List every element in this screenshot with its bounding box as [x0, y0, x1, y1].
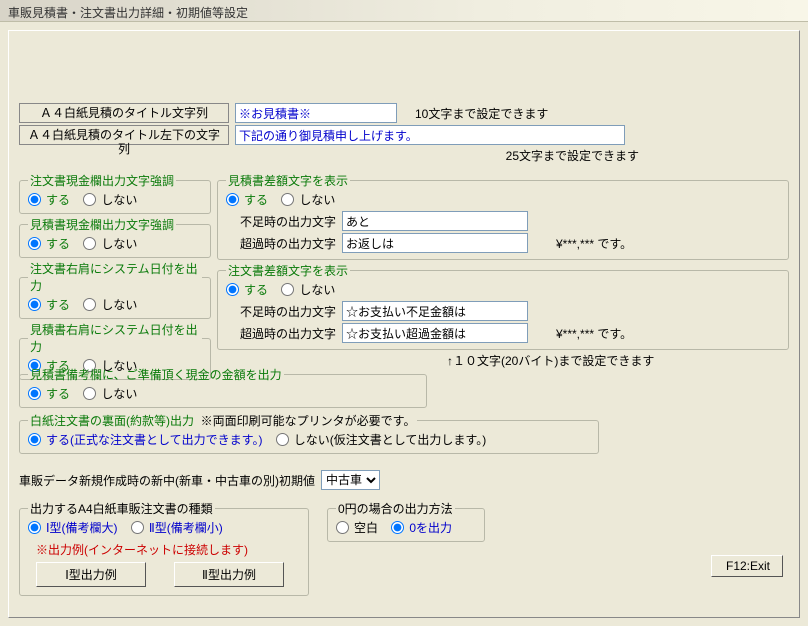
a4-subtitle-hint: 25文字まで設定できます	[506, 147, 639, 164]
zero-yen-output[interactable]: 0を出力	[391, 519, 452, 536]
a4-title-input[interactable]	[235, 103, 397, 123]
group-order-backside-legend: 白紙注文書の裏面(約款等)出力 ※両面印刷可能なプリンタが必要です。	[28, 412, 417, 429]
estimate-diff-short-input[interactable]	[342, 211, 528, 231]
a4-subtitle-label: Ａ４白紙見積のタイトル左下の文字列	[19, 125, 229, 145]
a4-title-hint: 10文字まで設定できます	[415, 105, 548, 122]
order-backside-no[interactable]: しない(仮注文書として出力します。)	[276, 431, 486, 448]
order-diff-hint: ↑１０文字(20バイト)まで設定できます	[447, 352, 789, 369]
estimate-remarks-cash-yes[interactable]: する	[28, 385, 70, 402]
sample-type1-button[interactable]: Ⅰ型出力例	[36, 562, 146, 587]
order-cash-emph-yes[interactable]: する	[28, 191, 70, 208]
order-form-type-1[interactable]: Ⅰ型(備考欄大)	[28, 519, 118, 536]
group-order-backside-note: ※両面印刷可能なプリンタが必要です。	[201, 414, 416, 428]
order-diff-over-input[interactable]	[342, 323, 528, 343]
estimate-cash-emph-no[interactable]: しない	[83, 235, 137, 252]
order-sysdate-yes[interactable]: する	[28, 296, 70, 313]
group-order-backside: 白紙注文書の裏面(約款等)出力 ※両面印刷可能なプリンタが必要です。 する(正式…	[19, 412, 599, 454]
group-estimate-cash-emph-title: 見積書現金欄出力文字強調	[28, 216, 176, 233]
order-diff-suffix: ¥***,*** です。	[556, 325, 632, 342]
group-order-form-type: 出力するA4白紙車販注文書の種類 Ⅰ型(備考欄大) Ⅱ型(備考欄小) ※出力例(…	[19, 500, 309, 596]
estimate-diff-over-input[interactable]	[342, 233, 528, 253]
sample-type2-button[interactable]: Ⅱ型出力例	[174, 562, 284, 587]
vehicle-type-select[interactable]: 新車中古車	[321, 470, 380, 490]
order-form-type-note: ※出力例(インターネットに接続します)	[36, 541, 300, 558]
a4-title-label: Ａ４白紙見積のタイトル文字列	[19, 103, 229, 123]
group-order-cash-emph: 注文書現金欄出力文字強調 する しない	[19, 172, 211, 214]
group-estimate-cash-emph: 見積書現金欄出力文字強調 する しない	[19, 216, 211, 258]
estimate-diff-short-label: 不足時の出力文字	[226, 213, 336, 230]
order-diff-over-label: 超過時の出力文字	[226, 325, 336, 342]
estimate-diff-yes[interactable]: する	[226, 191, 268, 208]
estimate-diff-no[interactable]: しない	[281, 191, 335, 208]
client-area: Ａ４白紙見積のタイトル文字列 10文字まで設定できます Ａ４白紙見積のタイトル左…	[8, 30, 800, 618]
group-estimate-diff-title: 見積書差額文字を表示	[226, 172, 350, 189]
group-estimate-diff: 見積書差額文字を表示 する しない 不足時の出力文字 超過時の出力文字 ¥***…	[217, 172, 789, 260]
order-cash-emph-no[interactable]: しない	[83, 191, 137, 208]
estimate-diff-over-label: 超過時の出力文字	[226, 235, 336, 252]
group-estimate-remarks-cash: 見積書備考欄に、ご準備頂く現金の金額を出力 する しない	[19, 366, 427, 408]
group-order-cash-emph-title: 注文書現金欄出力文字強調	[28, 172, 176, 189]
group-order-backside-title: 白紙注文書の裏面(約款等)出力	[30, 414, 194, 428]
group-zero-yen: 0円の場合の出力方法 空白 0を出力	[327, 500, 485, 542]
group-zero-yen-title: 0円の場合の出力方法	[336, 500, 455, 517]
group-estimate-remarks-cash-title: 見積書備考欄に、ご準備頂く現金の金額を出力	[28, 366, 284, 383]
group-order-sysdate-title: 注文書右肩にシステム日付を出力	[28, 260, 202, 294]
order-diff-yes[interactable]: する	[226, 281, 268, 298]
estimate-remarks-cash-no[interactable]: しない	[83, 385, 137, 402]
exit-button[interactable]: F12:Exit	[711, 555, 783, 577]
order-form-type-2[interactable]: Ⅱ型(備考欄小)	[131, 519, 223, 536]
estimate-cash-emph-yes[interactable]: する	[28, 235, 70, 252]
vehicle-type-label: 車販データ新規作成時の新中(新車・中古車の別)初期値	[19, 472, 315, 489]
group-estimate-sysdate-title: 見積書右肩にシステム日付を出力	[28, 321, 202, 355]
group-order-diff-title: 注文書差額文字を表示	[226, 262, 350, 279]
order-diff-short-input[interactable]	[342, 301, 528, 321]
group-order-form-type-title: 出力するA4白紙車販注文書の種類	[28, 500, 215, 517]
order-sysdate-no[interactable]: しない	[83, 296, 137, 313]
zero-yen-blank[interactable]: 空白	[336, 519, 378, 536]
a4-subtitle-input[interactable]	[235, 125, 625, 145]
order-diff-short-label: 不足時の出力文字	[226, 303, 336, 320]
order-backside-yes[interactable]: する(正式な注文書として出力できます。)	[28, 431, 262, 448]
order-diff-no[interactable]: しない	[281, 281, 335, 298]
group-order-diff: 注文書差額文字を表示 する しない 不足時の出力文字 超過時の出力文字 ¥***…	[217, 262, 789, 350]
window-title: 車販見積書・注文書出力詳細・初期値等設定	[0, 0, 808, 22]
estimate-diff-suffix: ¥***,*** です。	[556, 235, 632, 252]
group-order-sysdate: 注文書右肩にシステム日付を出力 する しない	[19, 260, 211, 319]
